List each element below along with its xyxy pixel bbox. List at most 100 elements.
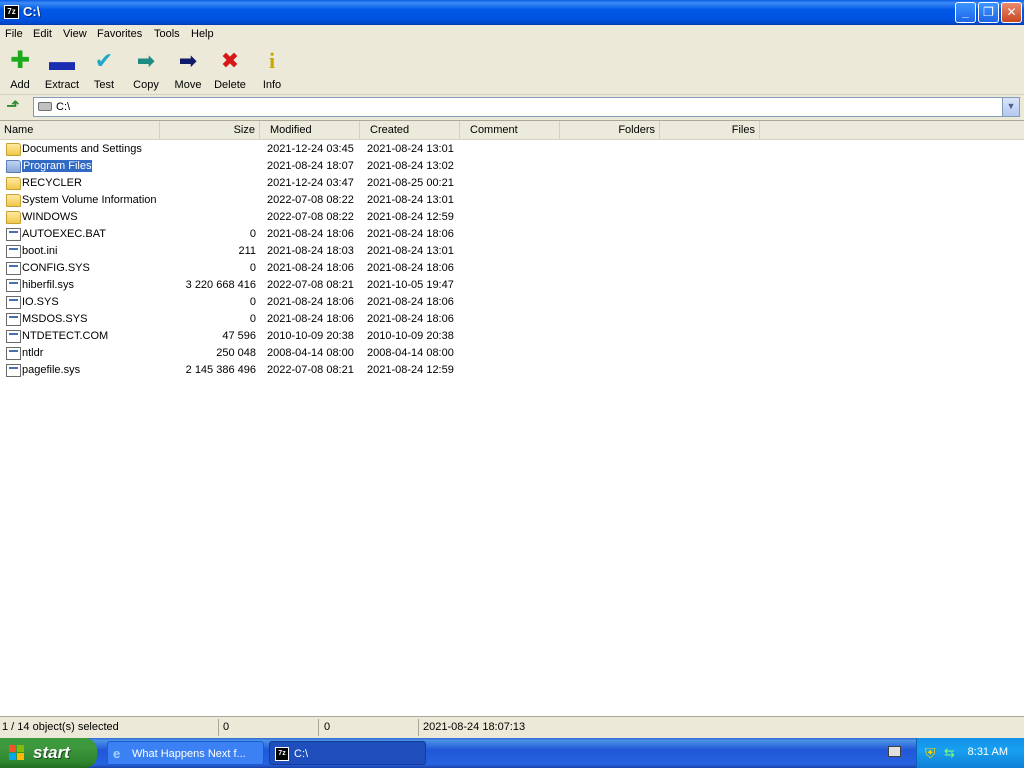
file-name: Documents and Settings — [22, 143, 142, 155]
file-size: 2 145 386 496 — [185, 364, 256, 376]
file-created: 2021-08-25 00:21 — [367, 177, 454, 189]
info-icon: i — [268, 48, 276, 73]
table-row[interactable]: ntldr 250 048 2008-04-14 08:00 2008-04-14 0… — [0, 345, 1024, 362]
file-size — [160, 141, 256, 158]
file-modified: 2021-08-24 18:06 — [267, 228, 354, 240]
table-row[interactable]: System Volume Information 2022-07-08 08:2… — [0, 192, 1024, 209]
status-divider — [218, 719, 219, 736]
check-icon: ✔ — [94, 48, 114, 73]
file-icon — [6, 313, 21, 326]
file-name: boot.ini — [22, 245, 58, 257]
table-row[interactable]: MSDOS.SYS 0 2021-08-24 18:06 2021-08-24 18:… — [0, 311, 1024, 328]
plus-icon: ✚ — [9, 47, 31, 74]
drive-icon — [38, 102, 52, 111]
file-icon — [6, 330, 21, 343]
move-arrow-icon: ➡ — [178, 48, 198, 73]
taskbar-item-7zip[interactable]: 7z C:\ — [269, 741, 426, 765]
taskbar-item-browser[interactable]: e What Happens Next f... — [107, 741, 264, 765]
table-row[interactable]: CONFIG.SYS 0 2021-08-24 18:06 2021-08-24 18… — [0, 260, 1024, 277]
status-modified: 2021-08-24 18:07:13 — [423, 721, 526, 733]
taskbar: start e What Happens Next f... 7z C:\ ⛨ … — [0, 738, 1024, 768]
table-row[interactable]: Documents and Settings 2021-12-24 03:45 20… — [0, 141, 1024, 158]
file-modified: 2022-07-08 08:21 — [267, 279, 354, 291]
table-row[interactable]: IO.SYS 0 2021-08-24 18:06 2021-08-24 18:06 — [0, 294, 1024, 311]
maximize-button[interactable]: ❐ — [978, 2, 999, 23]
copy-button[interactable]: ➡ Copy — [126, 49, 166, 93]
file-name: hiberfil.sys — [22, 279, 74, 291]
column-files[interactable]: Files — [660, 121, 760, 139]
minimize-button[interactable]: _ — [955, 2, 976, 23]
status-packed: 0 — [324, 721, 331, 733]
menu-favorites[interactable]: Favorites — [97, 28, 142, 40]
file-created: 2021-10-05 19:47 — [367, 279, 454, 291]
column-modified[interactable]: Modified — [260, 121, 360, 139]
file-created: 2021-08-24 12:59 — [367, 364, 454, 376]
file-size — [160, 158, 256, 175]
column-comment[interactable]: Comment — [460, 121, 560, 139]
file-modified: 2021-12-24 03:47 — [267, 177, 354, 189]
7zip-icon: 7z — [275, 747, 289, 761]
delete-button[interactable]: ✖ Delete — [210, 49, 250, 93]
menu-help[interactable]: Help — [191, 28, 214, 40]
windows-logo-icon — [9, 745, 26, 761]
file-modified: 2022-07-08 08:22 — [267, 211, 354, 223]
table-row[interactable]: hiberfil.sys 3 220 668 416 2022-07-08 08:2… — [0, 277, 1024, 294]
file-list[interactable]: Name Size Modified Created Comment Folde… — [0, 120, 1024, 716]
file-created: 2021-08-24 18:06 — [367, 228, 454, 240]
extract-button[interactable]: ▬ Extract — [42, 48, 82, 93]
test-button[interactable]: ✔ Test — [84, 49, 124, 93]
folder-icon — [6, 177, 21, 190]
menu-file[interactable]: File — [5, 28, 23, 40]
column-size[interactable]: Size — [160, 121, 260, 139]
status-size: 0 — [223, 721, 230, 733]
menu-tools[interactable]: Tools — [154, 28, 180, 40]
file-created: 2021-08-24 12:59 — [367, 211, 454, 223]
security-shield-icon[interactable]: ⛨ — [925, 745, 936, 762]
file-modified: 2021-08-24 18:07 — [267, 160, 354, 172]
title-bar[interactable]: 7z C:\ _ ❐ ✕ — [0, 0, 1024, 25]
ie-icon: e — [113, 746, 121, 761]
address-combobox[interactable]: C:\ ▼ — [33, 97, 1020, 117]
table-row[interactable]: Program Files 2021-08-24 18:07 2021-08-24 … — [0, 158, 1024, 175]
table-row[interactable]: NTDETECT.COM 47 596 2010-10-09 20:38 2010-1… — [0, 328, 1024, 345]
file-name: IO.SYS — [22, 296, 59, 308]
file-size: 0 — [249, 228, 256, 240]
column-name[interactable]: Name — [0, 121, 160, 139]
file-icon — [6, 262, 21, 275]
table-row[interactable]: pagefile.sys 2 145 386 496 2022-07-08 08:2… — [0, 362, 1024, 379]
column-created[interactable]: Created — [360, 121, 460, 139]
move-button[interactable]: ➡ Move — [168, 49, 208, 93]
close-button[interactable]: ✕ — [1001, 2, 1022, 23]
file-modified: 2010-10-09 20:38 — [267, 330, 354, 342]
file-created: 2021-08-24 13:01 — [367, 245, 454, 257]
file-modified: 2021-08-24 18:03 — [267, 245, 354, 257]
add-button[interactable]: ✚ Add — [0, 49, 40, 93]
folder-icon — [6, 160, 21, 173]
toolbar: ✚ Add ▬ Extract ✔ Test ➡ Copy ➡ Move ✖ D… — [0, 45, 1024, 95]
table-row[interactable]: RECYCLER 2021-12-24 03:47 2021-08-25 00:21 — [0, 175, 1024, 192]
column-folders[interactable]: Folders — [560, 121, 660, 139]
table-row[interactable]: AUTOEXEC.BAT 0 2021-08-24 18:06 2021-08-24 … — [0, 226, 1024, 243]
file-size: 47 596 — [222, 330, 256, 342]
network-icon[interactable]: ⇆ — [944, 745, 955, 761]
system-tray: ⛨ ⇆ 8:31 AM — [916, 738, 1024, 768]
up-folder-button[interactable]: ⬏ — [3, 97, 23, 117]
file-name: RECYCLER — [22, 177, 82, 189]
keyboard-icon[interactable] — [888, 746, 901, 757]
file-created: 2021-08-24 18:06 — [367, 313, 454, 325]
file-created: 2021-08-24 13:02 — [367, 160, 454, 172]
file-name: CONFIG.SYS — [22, 262, 90, 274]
menu-view[interactable]: View — [63, 28, 87, 40]
menu-edit[interactable]: Edit — [33, 28, 52, 40]
chevron-down-icon[interactable]: ▼ — [1002, 98, 1019, 116]
status-divider — [318, 719, 319, 736]
file-name: System Volume Information — [22, 194, 157, 206]
file-name: WINDOWS — [22, 211, 78, 223]
file-size: 0 — [249, 262, 256, 274]
table-row[interactable]: boot.ini 211 2021-08-24 18:03 2021-08-24 13… — [0, 243, 1024, 260]
folder-icon — [6, 143, 21, 156]
7zip-icon: 7z — [4, 5, 19, 19]
info-button[interactable]: i Info — [252, 49, 292, 93]
start-button[interactable]: start — [0, 738, 97, 768]
table-row[interactable]: WINDOWS 2022-07-08 08:22 2021-08-24 12:59 — [0, 209, 1024, 226]
